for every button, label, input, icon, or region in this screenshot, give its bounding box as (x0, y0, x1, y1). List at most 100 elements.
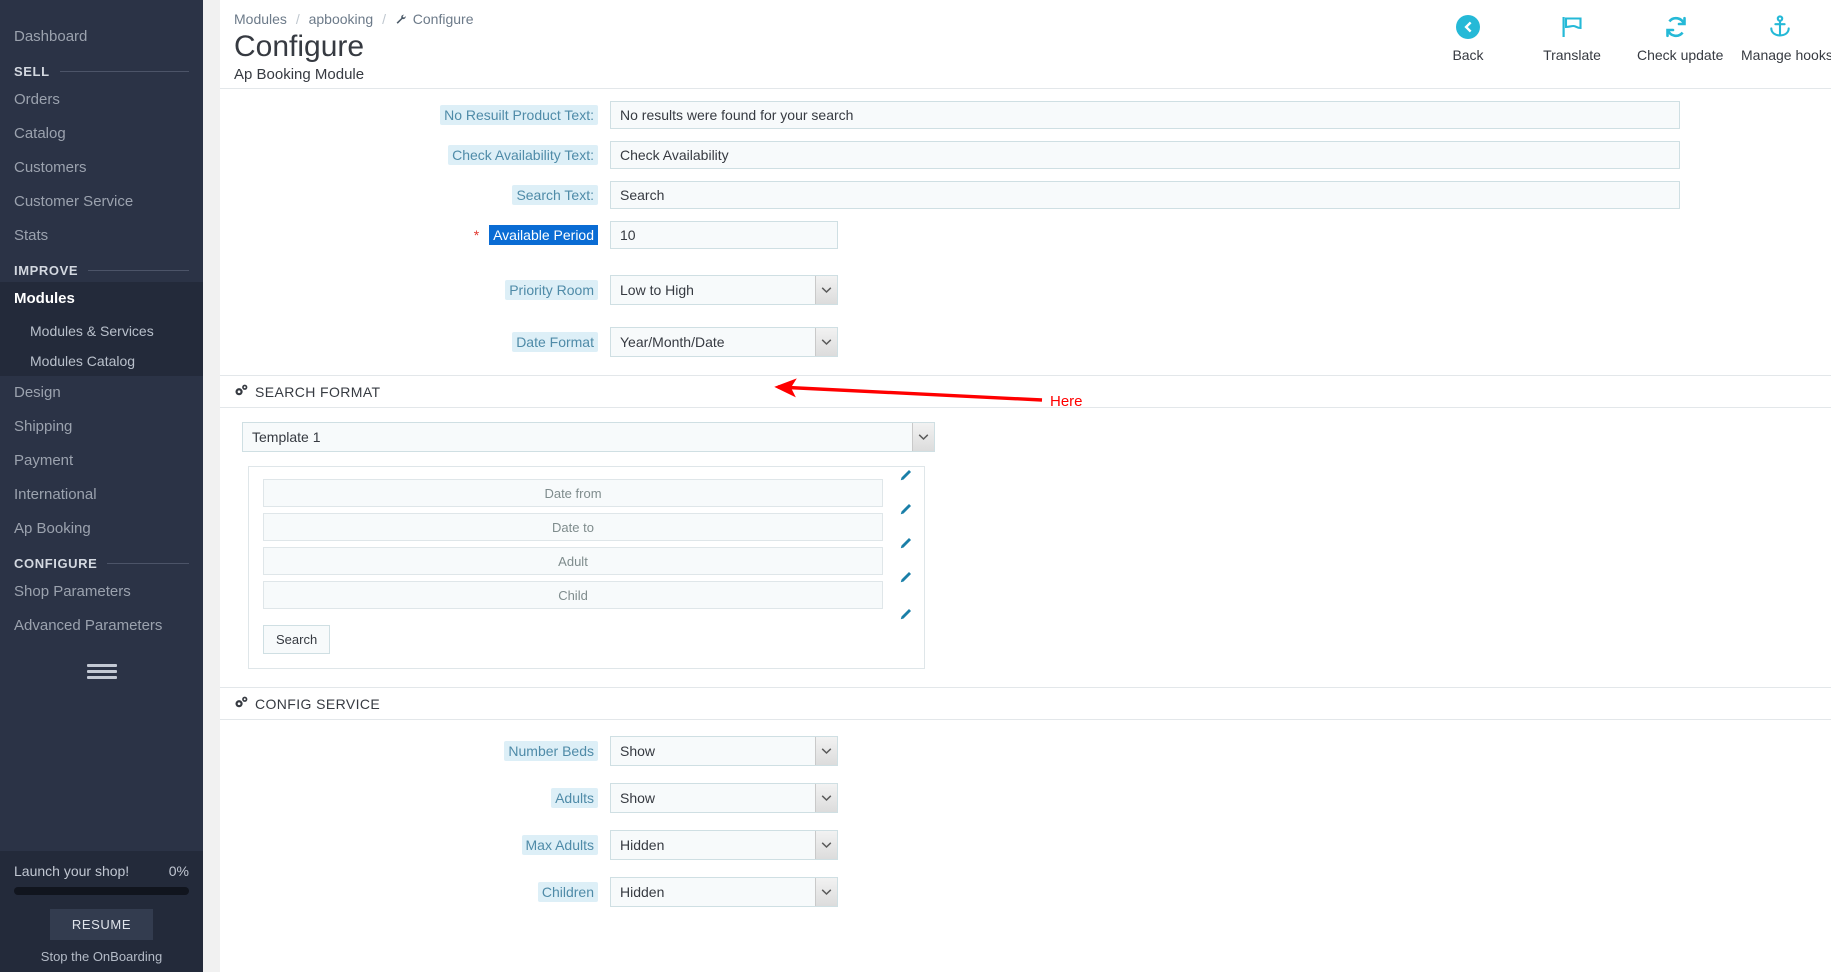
sidebar-item-shop-parameters[interactable]: Shop Parameters (0, 575, 203, 609)
onboarding-percent: 0% (168, 863, 189, 879)
sidebar-item-customer-service[interactable]: Customer Service (0, 185, 203, 219)
label-adults: Adults (220, 788, 610, 808)
sidebar-scrollbar[interactable] (203, 0, 220, 972)
sidebar-collapse-button[interactable] (0, 643, 203, 692)
sidebar-item-modules-catalog[interactable]: Modules Catalog (0, 346, 203, 376)
config-service-panel: CONFIG SERVICE Number Beds Show Adults S… (220, 687, 1831, 929)
form-row-adults: Adults Show (220, 783, 1831, 813)
breadcrumb-item-modules[interactable]: Modules (234, 11, 287, 27)
chevron-down-icon (815, 276, 837, 304)
label-text: Adults (551, 788, 598, 808)
label-children: Children (220, 882, 610, 902)
sidebar-item-modules-services[interactable]: Modules & Services (0, 316, 203, 346)
sidebar-item-modules[interactable]: Modules (0, 282, 203, 316)
sidebar-item-shipping[interactable]: Shipping (0, 410, 203, 444)
label-number-beds: Number Beds (220, 741, 610, 761)
label-check-availability-text: Check Availability Text: (220, 145, 610, 165)
onboarding-header: Launch your shop! 0% (14, 863, 189, 879)
select-children-value: Hidden (610, 877, 838, 907)
sidebar-item-advanced-parameters[interactable]: Advanced Parameters (0, 609, 203, 643)
breadcrumb-separator: / (382, 11, 386, 27)
select-search-template-value: Template 1 (242, 422, 935, 452)
main-content: Modules / apbooking / Configure Configur… (220, 0, 1831, 972)
form-row-number-beds: Number Beds Show (220, 736, 1831, 766)
sidebar-item-stats[interactable]: Stats (0, 219, 203, 253)
label-available-period: * Available Period (220, 225, 610, 245)
sidebar-item-ap-booking[interactable]: Ap Booking (0, 512, 203, 546)
toolbar-button-back[interactable]: Back (1429, 12, 1507, 63)
input-available-period[interactable] (610, 221, 838, 249)
pencil-icon[interactable] (899, 537, 912, 552)
input-no-result-product-text[interactable] (610, 101, 1680, 129)
builder-field-date-to[interactable]: Date to (263, 513, 883, 541)
builder-row-adult: Adult (263, 537, 912, 575)
select-date-format[interactable]: Year/Month/Date (610, 327, 838, 357)
select-max-adults[interactable]: Hidden (610, 830, 838, 860)
select-children[interactable]: Hidden (610, 877, 838, 907)
annotation-here-label: Here (1050, 393, 1083, 410)
config-service-panel-header: CONFIG SERVICE (220, 688, 1831, 720)
pencil-icon[interactable] (899, 608, 912, 623)
label-text: Priority Room (505, 280, 598, 300)
sidebar-item-customers[interactable]: Customers (0, 151, 203, 185)
toolbar-button-check-update[interactable]: Check update (1637, 12, 1723, 63)
gears-icon (234, 696, 249, 712)
sidebar-item-international[interactable]: International (0, 478, 203, 512)
onboarding-resume-button[interactable]: RESUME (49, 909, 154, 940)
sidebar-item-dashboard[interactable]: Dashboard (0, 20, 203, 54)
chevron-down-icon (912, 423, 934, 451)
label-text: Date Format (512, 332, 598, 352)
input-search-text[interactable] (610, 181, 1680, 209)
label-priority-room: Priority Room (220, 280, 610, 300)
pencil-icon[interactable] (899, 571, 912, 586)
sidebar-section-improve-label: IMPROVE (14, 263, 79, 278)
breadcrumb-item-apbooking[interactable]: apbooking (309, 11, 374, 27)
form-row-check-availability-text: Check Availability Text: (220, 141, 1831, 169)
select-search-template[interactable]: Template 1 (242, 422, 935, 452)
page-toolbar: Back Translate Check update Manage hooks (1429, 12, 1831, 63)
builder-search-button[interactable]: Search (263, 625, 331, 654)
builder-row-date-to: Date to (263, 503, 912, 541)
select-priority-room[interactable]: Low to High (610, 275, 838, 305)
toolbar-button-translate[interactable]: Translate (1533, 12, 1611, 63)
pencil-icon[interactable] (899, 503, 912, 518)
select-number-beds[interactable]: Show (610, 736, 838, 766)
onboarding-panel: Launch your shop! 0% RESUME Stop the OnB… (0, 851, 203, 972)
pencil-icon[interactable] (899, 469, 912, 484)
breadcrumb-item-configure: Configure (412, 11, 474, 27)
select-date-format-value: Year/Month/Date (610, 327, 838, 357)
onboarding-progress-bar (14, 887, 189, 895)
onboarding-stop-link[interactable]: Stop the OnBoarding (14, 949, 189, 964)
gears-icon (234, 384, 249, 400)
toolbar-label-back: Back (1452, 47, 1484, 63)
back-circle-arrow-icon (1429, 12, 1507, 42)
label-max-adults: Max Adults (220, 835, 610, 855)
sidebar-item-catalog[interactable]: Catalog (0, 117, 203, 151)
refresh-icon (1637, 12, 1715, 42)
label-no-result-product-text: No Resuilt Product Text: (220, 105, 610, 125)
search-format-panel-title: SEARCH FORMAT (255, 384, 381, 400)
toolbar-button-manage-hooks[interactable]: Manage hooks (1741, 12, 1831, 63)
label-text: Number Beds (504, 741, 598, 761)
sidebar-item-payment[interactable]: Payment (0, 444, 203, 478)
builder-field-adult[interactable]: Adult (263, 547, 883, 575)
form-row-max-adults: Max Adults Hidden (220, 830, 1831, 860)
builder-field-child[interactable]: Child (263, 581, 883, 609)
form-row-no-result-product-text: No Resuilt Product Text: (220, 101, 1831, 129)
builder-field-date-from[interactable]: Date from (263, 479, 883, 507)
label-text: Children (537, 882, 598, 902)
onboarding-title: Launch your shop! (14, 863, 130, 879)
sidebar-item-orders[interactable]: Orders (0, 83, 203, 117)
label-date-format: Date Format (220, 332, 610, 352)
flag-icon (1533, 12, 1611, 42)
breadcrumb-separator: / (295, 11, 300, 27)
input-check-availability-text[interactable] (610, 141, 1680, 169)
sidebar-item-design[interactable]: Design (0, 376, 203, 410)
label-text: Check Availability Text: (448, 145, 598, 165)
required-asterisk: * (473, 227, 480, 243)
anchor-icon (1741, 12, 1819, 42)
settings-panel: No Resuilt Product Text: Check Availabil… (220, 88, 1831, 375)
toolbar-label-manage-hooks: Manage hooks (1741, 47, 1831, 63)
admin-page: Dashboard SELL Orders Catalog Customers … (0, 0, 1831, 972)
select-adults[interactable]: Show (610, 783, 838, 813)
